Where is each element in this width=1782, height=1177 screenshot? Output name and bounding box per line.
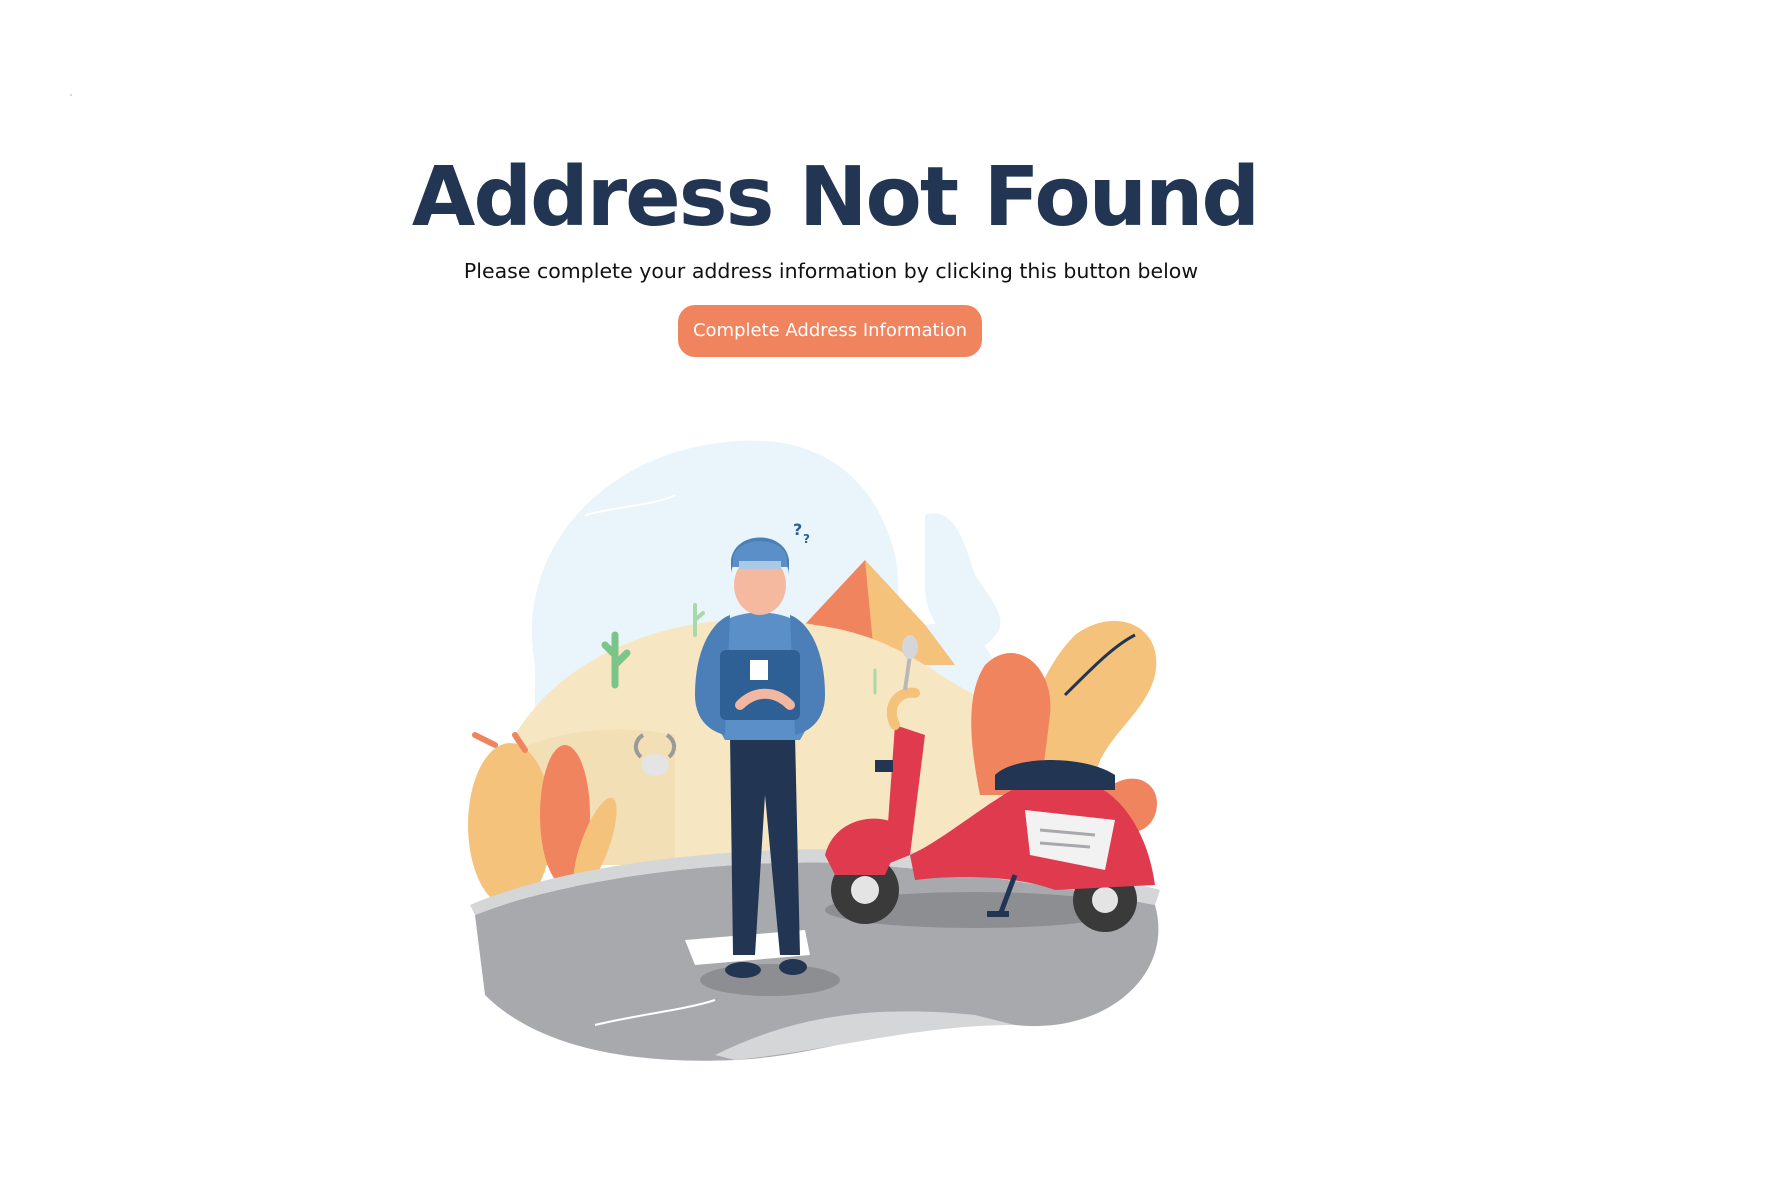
address-not-found-page: Address Not Found Please complete your a… bbox=[0, 0, 1782, 1177]
svg-text:?: ? bbox=[803, 532, 810, 546]
svg-text:?: ? bbox=[793, 520, 802, 539]
lost-delivery-rider-illustration: ? ? bbox=[455, 435, 1215, 1065]
illustration-svg: ? ? bbox=[468, 440, 1160, 1061]
page-subtitle: Please complete your address information… bbox=[463, 259, 1199, 283]
complete-address-button[interactable]: Complete Address Information bbox=[678, 305, 982, 357]
stray-dot bbox=[70, 94, 72, 96]
page-title: Address Not Found bbox=[411, 150, 1260, 245]
